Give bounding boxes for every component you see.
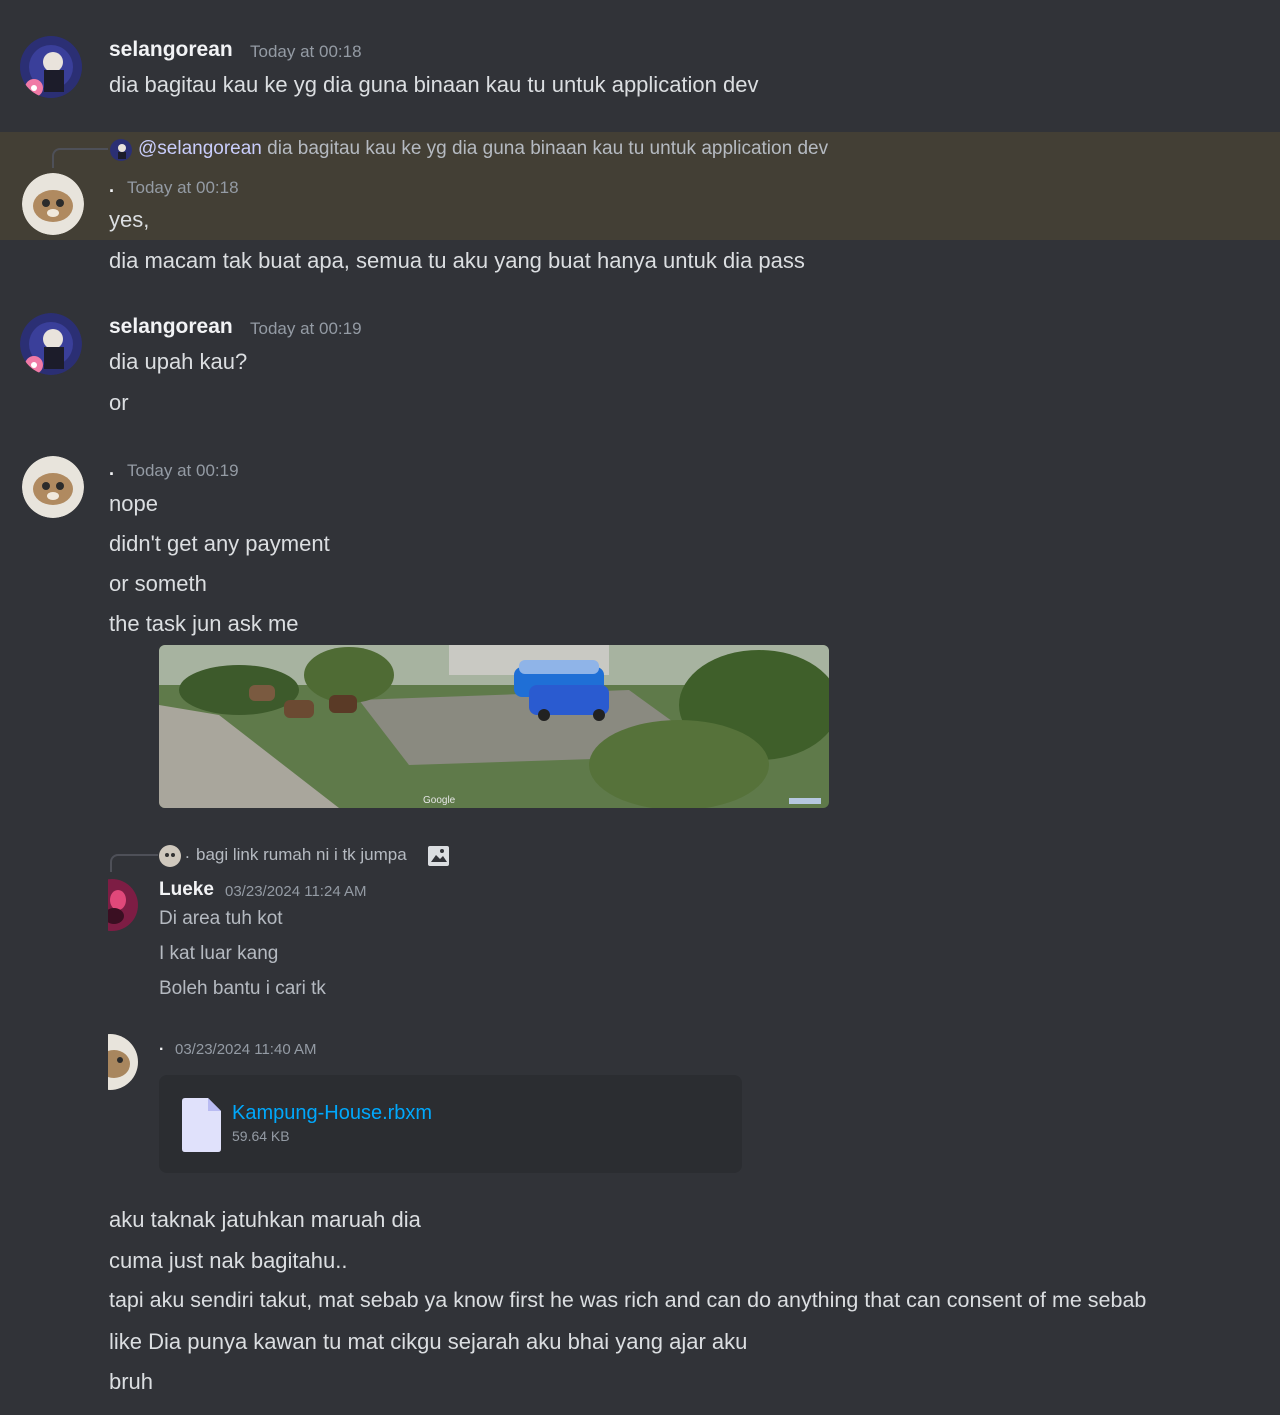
avatar-image (20, 313, 82, 375)
street-view-image (159, 645, 829, 808)
author-name[interactable]: . (109, 176, 114, 197)
image-watermark: Google (423, 795, 456, 806)
embed-message-text: Di area tuh kot (159, 908, 283, 929)
embed-timestamp: 03/23/2024 11:40 AM (175, 1041, 317, 1058)
avatar-image (22, 173, 84, 235)
timestamp: Today at 00:19 (250, 319, 362, 338)
reply-connector (110, 854, 158, 872)
avatar-selangorean[interactable] (20, 36, 82, 98)
avatar-cat[interactable] (22, 173, 84, 235)
timestamp: Today at 00:18 (127, 178, 239, 197)
file-attachment[interactable]: Kampung-House.rbxm 59.64 KB (159, 1075, 742, 1173)
avatar-image (22, 456, 84, 518)
message-text: dia macam tak buat apa, semua tu aku yan… (109, 248, 805, 273)
embed-message-text: Boleh bantu i cari tk (159, 978, 326, 999)
timestamp: Today at 00:18 (250, 42, 362, 61)
author-name[interactable]: . (109, 459, 114, 480)
file-size: 59.64 KB (232, 1128, 290, 1144)
reply-avatar-icon (159, 845, 181, 867)
avatar-lueke[interactable] (108, 878, 138, 932)
avatar-cat-embed (108, 1034, 138, 1090)
avatar-image (108, 878, 138, 932)
reply-text: dia bagitau kau ke yg dia guna binaan ka… (267, 138, 829, 159)
message-text: or someth (109, 571, 207, 596)
file-icon (182, 1098, 221, 1152)
reply-mention[interactable]: @selangorean (138, 138, 262, 159)
message-text: or (109, 390, 129, 415)
message-text: like Dia punya kawan tu mat cikgu sejara… (109, 1329, 748, 1354)
message-text: nope (109, 491, 158, 516)
timestamp: Today at 00:19 (127, 461, 239, 480)
message-text: yes, (109, 207, 150, 232)
reply-avatar-icon (110, 139, 132, 161)
message-text: didn't get any payment (109, 531, 330, 556)
message-text: dia bagitau kau ke yg dia guna binaan ka… (109, 72, 759, 97)
embed-timestamp: 03/23/2024 11:24 AM (225, 883, 367, 900)
message-text: dia upah kau? (109, 349, 248, 374)
image-icon (428, 846, 449, 866)
reply-author: . (185, 843, 190, 862)
reply-connector (52, 148, 108, 168)
file-name-link[interactable]: Kampung-House.rbxm (232, 1102, 432, 1125)
avatar-selangorean[interactable] (20, 313, 82, 375)
reply-preview[interactable]: @selangorean dia bagitau kau ke yg dia g… (138, 138, 828, 160)
avatar-image (108, 1034, 138, 1090)
embed-message-text: I kat luar kang (159, 943, 279, 964)
reply-text: bagi link rumah ni i tk jumpa (196, 845, 407, 864)
author-name[interactable]: selangorean (109, 315, 233, 339)
avatar-cat[interactable] (22, 456, 84, 518)
image-attachment[interactable]: Google (159, 645, 829, 808)
avatar-image (20, 36, 82, 98)
message-text: tapi aku sendiri takut, mat sebab ya kno… (109, 1288, 1147, 1312)
message-text: bruh (109, 1369, 154, 1394)
embed-author-name: Lueke (159, 879, 214, 900)
embed-author-name: . (159, 1037, 164, 1054)
author-name[interactable]: selangorean (109, 38, 233, 62)
message-text: cuma just nak bagitahu.. (109, 1248, 348, 1273)
message-text: the task jun ask me (109, 611, 299, 636)
message-text: aku taknak jatuhkan maruah dia (109, 1207, 421, 1232)
